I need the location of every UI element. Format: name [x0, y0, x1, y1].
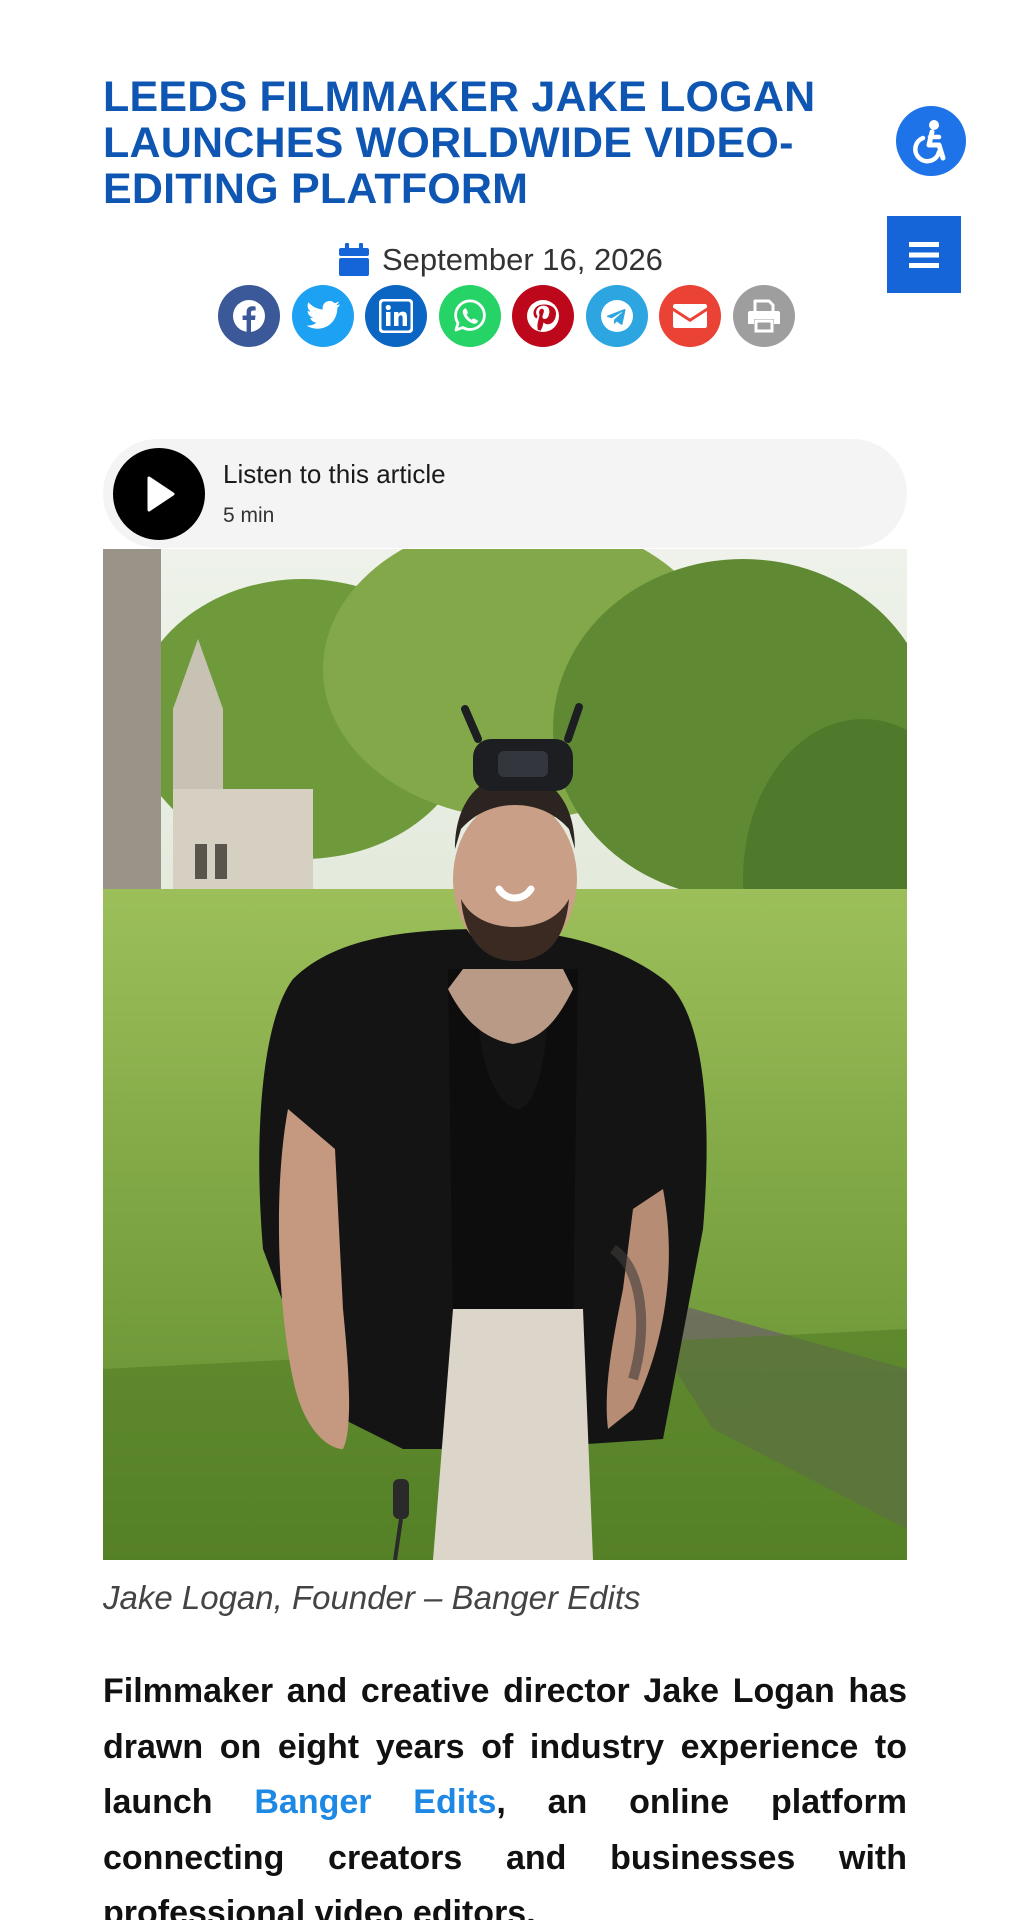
share-facebook-button[interactable] [218, 285, 280, 347]
telegram-icon [600, 300, 633, 332]
listen-label: Listen to this article [223, 459, 446, 489]
post-date-text: September 16, 2026 [382, 242, 663, 277]
accessibility-icon [913, 120, 946, 164]
article-title: LEEDS FILMMAKER JAKE LOGAN LAUNCHES WORL… [103, 73, 816, 213]
twitter-icon [305, 301, 340, 329]
article-body: Filmmaker and creative director Jake Log… [103, 1664, 907, 1920]
pinterest-icon [527, 300, 559, 332]
photo-illustration [103, 549, 907, 1560]
share-buttons [218, 285, 795, 347]
email-icon [673, 304, 707, 328]
share-print-button[interactable] [732, 285, 795, 347]
facebook-icon [233, 300, 265, 333]
photo-caption: Jake Logan, Founder – Banger Edits [103, 1579, 641, 1616]
whatsapp-icon [453, 299, 486, 332]
article-page: LEEDS FILMMAKER JAKE LOGAN LAUNCHES WORL… [0, 0, 1012, 1920]
hamburger-menu-icon [909, 241, 939, 268]
share-twitter-button[interactable] [291, 285, 354, 347]
banger-edits-link[interactable]: Banger Edits [254, 1783, 496, 1821]
audio-player: Listen to this article 5 min [103, 439, 907, 548]
share-whatsapp-button[interactable] [438, 285, 501, 347]
accessibility-button[interactable] [896, 106, 966, 176]
post-date: September 16, 2026 [338, 238, 663, 282]
linkedin-icon [379, 299, 413, 333]
share-telegram-button[interactable] [585, 285, 648, 347]
article-photo [103, 549, 907, 1560]
share-email-button[interactable] [659, 285, 721, 347]
play-button[interactable] [113, 448, 205, 540]
calendar-icon [339, 243, 369, 276]
audio-duration: 5 min [223, 504, 275, 527]
menu-button[interactable] [887, 216, 961, 293]
play-icon [147, 476, 175, 512]
share-pinterest-button[interactable] [512, 285, 574, 347]
print-icon [747, 299, 780, 333]
share-linkedin-button[interactable] [365, 285, 427, 347]
